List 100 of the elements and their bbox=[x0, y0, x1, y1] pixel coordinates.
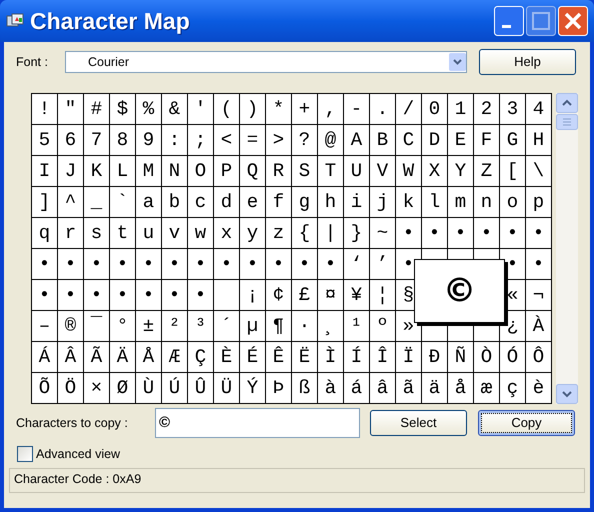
character-cell[interactable]: ä bbox=[422, 373, 447, 403]
character-cell[interactable]: · bbox=[292, 311, 317, 341]
character-cell[interactable]: Ó bbox=[500, 342, 525, 372]
character-cell[interactable]: ¤ bbox=[318, 280, 343, 310]
character-cell[interactable]: . bbox=[370, 94, 395, 124]
character-cell[interactable]: u bbox=[136, 218, 161, 248]
character-cell[interactable]: ^ bbox=[58, 187, 83, 217]
character-cell[interactable]: Ü bbox=[214, 373, 239, 403]
character-cell[interactable]: à bbox=[318, 373, 343, 403]
character-cell[interactable]: • bbox=[136, 280, 161, 310]
character-cell[interactable]: E bbox=[448, 125, 473, 155]
character-cell[interactable]: K bbox=[84, 156, 109, 186]
character-cell[interactable]: Ø bbox=[110, 373, 135, 403]
character-cell[interactable]: I bbox=[32, 156, 57, 186]
character-cell[interactable]: Q bbox=[240, 156, 265, 186]
character-cell[interactable]: # bbox=[84, 94, 109, 124]
character-cell[interactable]: • bbox=[84, 249, 109, 279]
character-cell[interactable]: a bbox=[136, 187, 161, 217]
character-cell[interactable]: G bbox=[500, 125, 525, 155]
character-cell[interactable]: Ù bbox=[136, 373, 161, 403]
character-cell[interactable]: n bbox=[474, 187, 499, 217]
scrollbar[interactable] bbox=[556, 93, 578, 404]
character-cell[interactable]: ? bbox=[292, 125, 317, 155]
character-cell[interactable]: 3 bbox=[500, 94, 525, 124]
characters-to-copy-field[interactable]: © bbox=[155, 408, 360, 438]
character-cell[interactable]: V bbox=[370, 156, 395, 186]
character-cell[interactable]: A bbox=[344, 125, 369, 155]
character-cell[interactable]: Ö bbox=[58, 373, 83, 403]
character-cell[interactable]: 4 bbox=[526, 94, 551, 124]
character-cell[interactable]: W bbox=[396, 156, 421, 186]
character-cell[interactable]: ° bbox=[110, 311, 135, 341]
character-cell[interactable]: D bbox=[422, 125, 447, 155]
character-cell[interactable]: Í bbox=[344, 342, 369, 372]
character-cell[interactable]: £ bbox=[292, 280, 317, 310]
character-cell[interactable]: s bbox=[84, 218, 109, 248]
character-cell[interactable]: • bbox=[396, 218, 421, 248]
character-cell[interactable]: å bbox=[448, 373, 473, 403]
character-cell[interactable]: H bbox=[526, 125, 551, 155]
character-cell[interactable]: • bbox=[500, 218, 525, 248]
character-cell[interactable]: ) bbox=[240, 94, 265, 124]
character-cell[interactable]: h bbox=[318, 187, 343, 217]
character-cell[interactable]: Î bbox=[370, 342, 395, 372]
character-cell[interactable]: µ bbox=[240, 311, 265, 341]
character-cell[interactable]: • bbox=[526, 218, 551, 248]
advanced-view-checkbox[interactable] bbox=[17, 446, 33, 462]
character-cell[interactable]: o bbox=[500, 187, 525, 217]
help-button[interactable]: Help bbox=[479, 49, 576, 75]
character-cell[interactable]: ³ bbox=[188, 311, 213, 341]
character-cell[interactable]: = bbox=[240, 125, 265, 155]
character-cell[interactable]: L bbox=[110, 156, 135, 186]
character-cell[interactable]: • bbox=[214, 249, 239, 279]
character-cell[interactable]: • bbox=[474, 218, 499, 248]
character-cell[interactable]: w bbox=[188, 218, 213, 248]
character-cell[interactable]: ß bbox=[292, 373, 317, 403]
character-cell[interactable]: ´ bbox=[214, 311, 239, 341]
character-cell[interactable]: á bbox=[344, 373, 369, 403]
character-cell[interactable]: v bbox=[162, 218, 187, 248]
character-cell[interactable]: " bbox=[58, 94, 83, 124]
character-cell[interactable]: 9 bbox=[136, 125, 161, 155]
character-cell[interactable]: É bbox=[240, 342, 265, 372]
character-cell[interactable]: ¯ bbox=[84, 311, 109, 341]
character-cell[interactable]: | bbox=[318, 218, 343, 248]
character-cell[interactable]: • bbox=[318, 249, 343, 279]
character-cell[interactable]: z bbox=[266, 218, 291, 248]
character-cell[interactable]: O bbox=[188, 156, 213, 186]
character-cell[interactable]: Å bbox=[136, 342, 161, 372]
character-cell[interactable]: Â bbox=[58, 342, 83, 372]
scroll-up-button[interactable] bbox=[556, 93, 578, 113]
character-cell[interactable]: • bbox=[266, 249, 291, 279]
character-cell[interactable]: Æ bbox=[162, 342, 187, 372]
character-cell[interactable]: Ê bbox=[266, 342, 291, 372]
character-cell[interactable]: Ñ bbox=[448, 342, 473, 372]
character-cell[interactable]: R bbox=[266, 156, 291, 186]
character-cell[interactable]: ¬ bbox=[526, 280, 551, 310]
character-cell[interactable]: ¶ bbox=[266, 311, 291, 341]
character-cell[interactable]: º bbox=[370, 311, 395, 341]
character-cell[interactable]: N bbox=[162, 156, 187, 186]
character-cell[interactable]: ! bbox=[32, 94, 57, 124]
character-cell[interactable]: • bbox=[292, 249, 317, 279]
character-cell[interactable]: Ë bbox=[292, 342, 317, 372]
character-cell[interactable]: Ä bbox=[110, 342, 135, 372]
character-cell[interactable]: Þ bbox=[266, 373, 291, 403]
character-cell[interactable]: ` bbox=[110, 187, 135, 217]
character-cell[interactable]: f bbox=[266, 187, 291, 217]
character-cell[interactable]: æ bbox=[474, 373, 499, 403]
character-cell[interactable]: ã bbox=[396, 373, 421, 403]
character-cell[interactable]: Õ bbox=[32, 373, 57, 403]
character-cell[interactable]: 2 bbox=[474, 94, 499, 124]
character-cell[interactable]: Ç bbox=[188, 342, 213, 372]
character-cell[interactable]: • bbox=[58, 249, 83, 279]
character-cell[interactable]: b bbox=[162, 187, 187, 217]
character-cell[interactable]: ¦ bbox=[370, 280, 395, 310]
character-cell[interactable]: Ú bbox=[162, 373, 187, 403]
action-button[interactable]: Select bbox=[370, 410, 467, 436]
close-button[interactable] bbox=[558, 6, 588, 36]
character-cell[interactable]: Z bbox=[474, 156, 499, 186]
character-cell[interactable]: • bbox=[448, 218, 473, 248]
character-cell[interactable]: d bbox=[214, 187, 239, 217]
character-cell[interactable]: c bbox=[188, 187, 213, 217]
character-cell[interactable]: y bbox=[240, 218, 265, 248]
